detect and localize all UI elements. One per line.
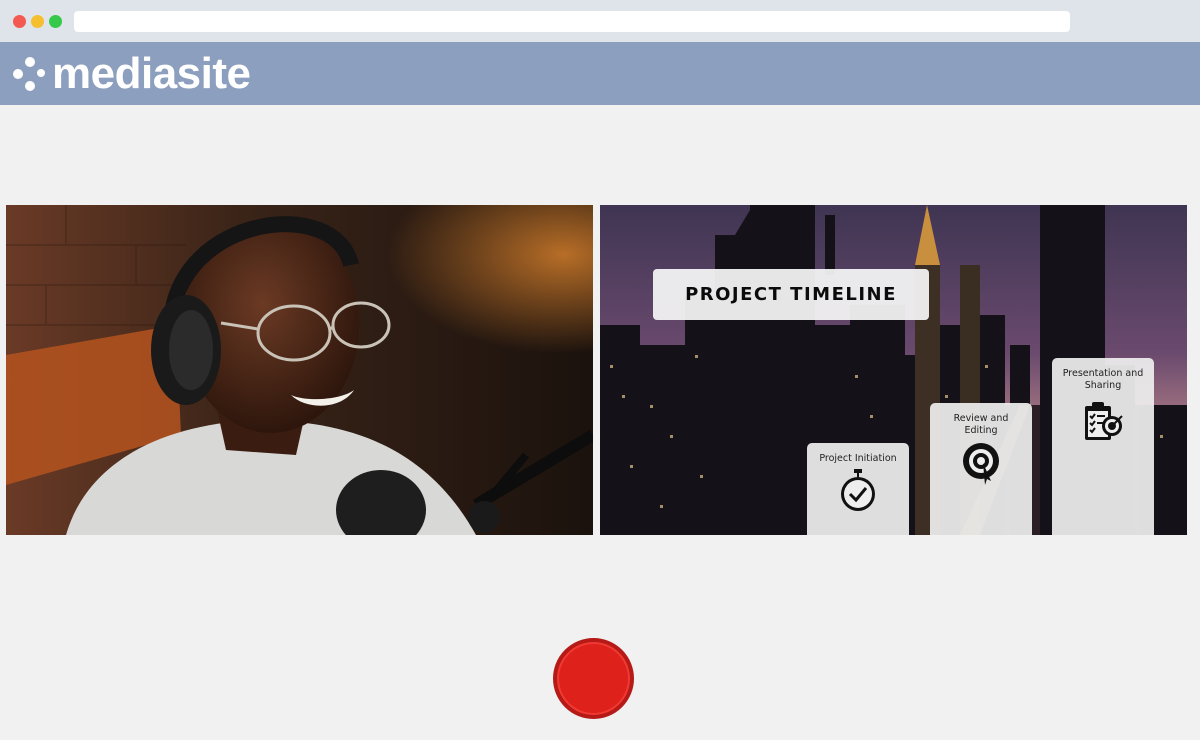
timeline-step-review-editing: Review and Editing — [930, 403, 1032, 535]
step-label: Project Initiation — [819, 453, 897, 464]
app-header: mediasite — [0, 42, 1200, 105]
clipboard-target-icon — [1085, 402, 1123, 440]
close-window-icon[interactable] — [13, 15, 26, 28]
presenter-video[interactable] — [6, 205, 593, 535]
slide-title-box: PROJECT TIMELINE — [653, 269, 929, 320]
mediasite-logo[interactable]: mediasite — [12, 49, 251, 98]
browser-chrome — [0, 0, 1200, 42]
maximize-window-icon[interactable] — [49, 15, 62, 28]
stopwatch-icon — [841, 469, 875, 511]
presenter-video-frame — [6, 205, 593, 535]
slide-panel[interactable]: PROJECT TIMELINE Project Initiation Revi… — [600, 205, 1187, 535]
slide-title: PROJECT TIMELINE — [685, 284, 897, 305]
record-button[interactable] — [553, 638, 634, 719]
step-label: Review and Editing — [953, 413, 1009, 436]
address-bar[interactable] — [74, 11, 1070, 32]
logo-dots-icon — [12, 56, 48, 92]
step-label: Presentation and Sharing — [1062, 368, 1144, 391]
logo-text: mediasite — [52, 49, 251, 98]
target-icon — [963, 443, 999, 485]
timeline-step-project-initiation: Project Initiation — [807, 443, 909, 535]
minimize-window-icon[interactable] — [31, 15, 44, 28]
timeline-step-presentation-sharing: Presentation and Sharing — [1052, 358, 1154, 535]
